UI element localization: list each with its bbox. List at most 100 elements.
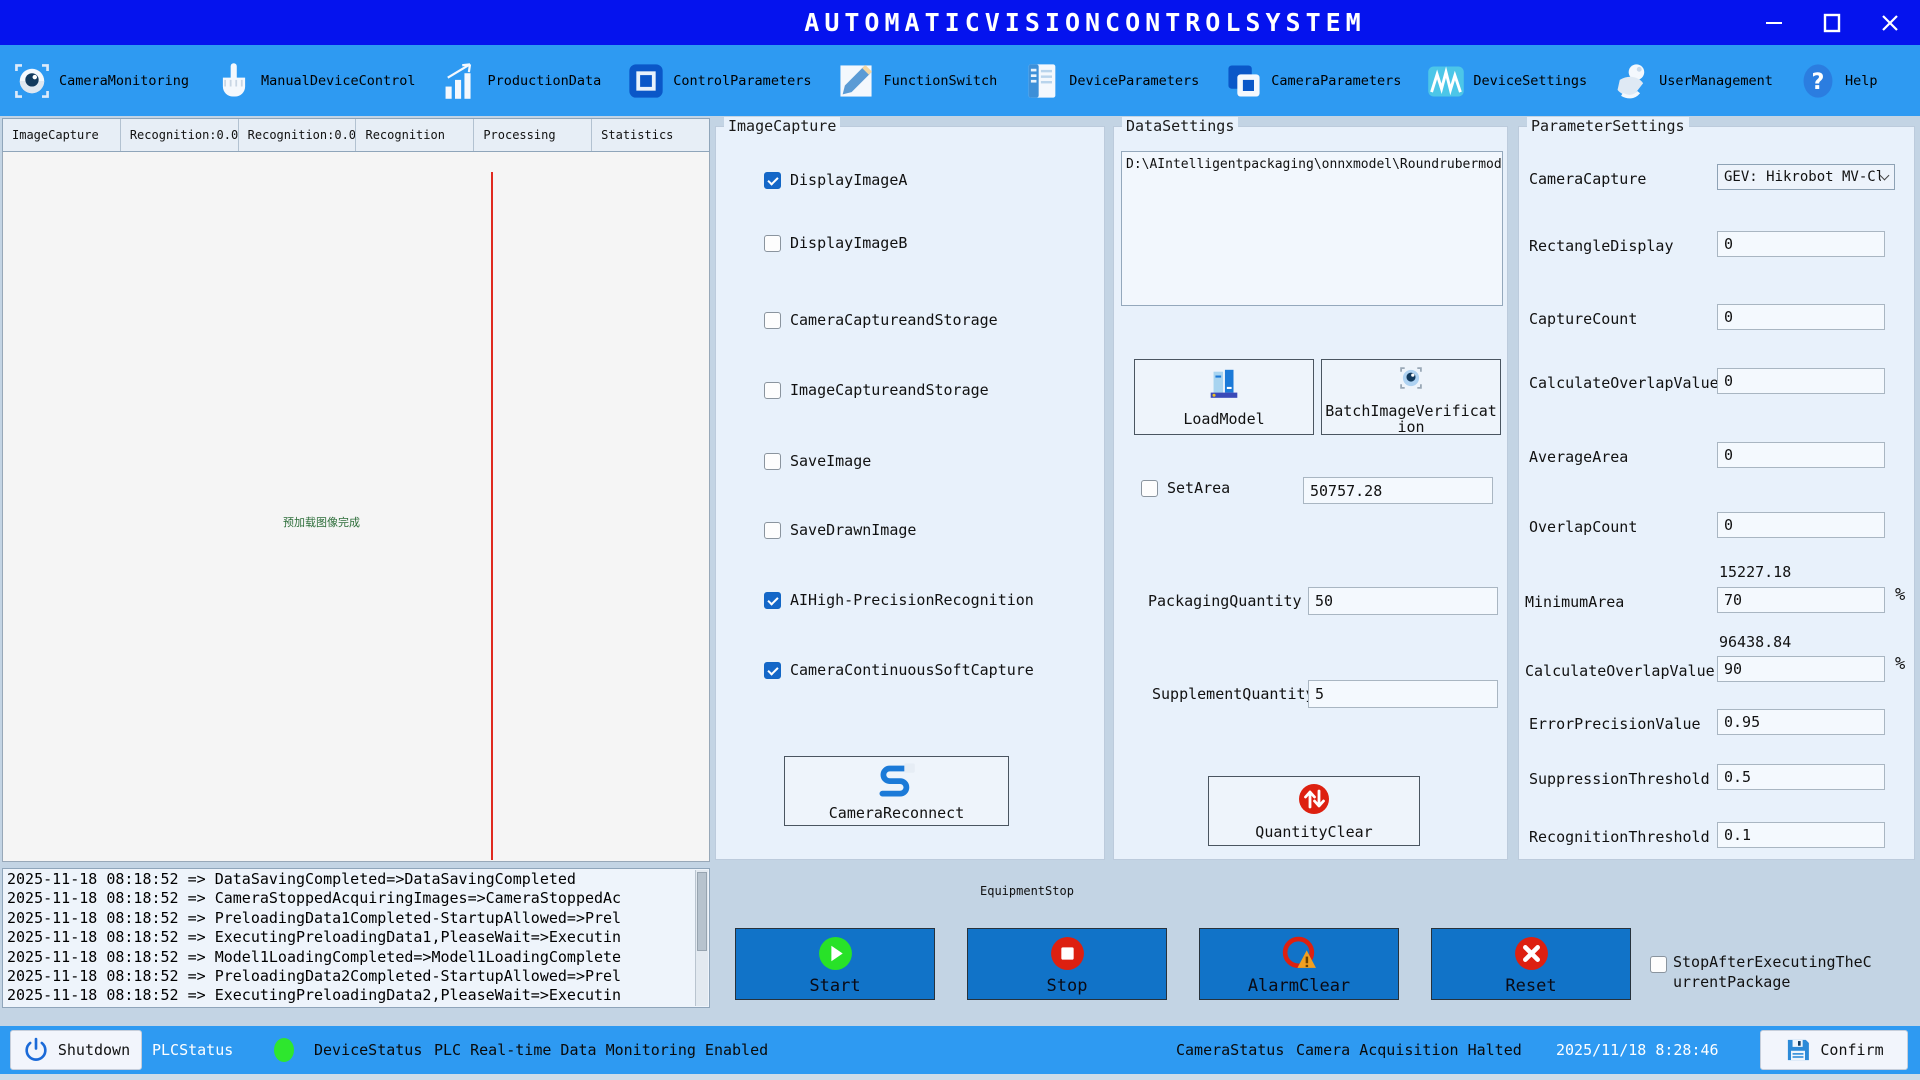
- toolbar-item-help[interactable]: ? Help: [1798, 61, 1878, 101]
- model-path-box[interactable]: D:\AIntelligentpackaging\onnxmodel\Round…: [1121, 151, 1503, 306]
- checkbox-display-image-a[interactable]: DisplayImageA: [764, 171, 907, 189]
- log-scrollbar[interactable]: [695, 870, 708, 1006]
- toolbar-item-user-management[interactable]: UserManagement: [1612, 61, 1773, 101]
- alarm-warning-icon: [1281, 935, 1318, 976]
- overlap-computed-value: 96438.84: [1719, 633, 1791, 651]
- question-icon: ?: [1798, 61, 1838, 101]
- packaging-quantity-input[interactable]: [1308, 587, 1498, 615]
- overlap-count-input[interactable]: [1717, 512, 1885, 538]
- bottom-edge-strip: [0, 1074, 1920, 1080]
- pencil-icon: [836, 61, 876, 101]
- checkbox-box[interactable]: [764, 522, 781, 539]
- checkbox-image-capture-storage[interactable]: ImageCaptureandStorage: [764, 381, 989, 399]
- stop-button[interactable]: Stop: [967, 928, 1167, 1000]
- maximize-icon[interactable]: [1816, 7, 1848, 39]
- toolbar-item-label: Help: [1845, 73, 1878, 89]
- tab-recognition[interactable]: Recognition: [356, 119, 474, 151]
- toolbar-item-production-data[interactable]: ProductionData: [440, 61, 601, 101]
- supplement-quantity-input[interactable]: [1308, 680, 1498, 708]
- average-area-input[interactable]: [1717, 442, 1885, 468]
- start-button[interactable]: Start: [735, 928, 935, 1000]
- log-line: 2025-11-18 08:18:52 => CameraStoppedAcqu…: [7, 889, 705, 908]
- play-icon: [817, 935, 854, 976]
- set-area-checkbox[interactable]: SetArea: [1141, 479, 1230, 497]
- checkbox-save-drawn-image[interactable]: SaveDrawnImage: [764, 521, 916, 539]
- toolbar-item-function-switch[interactable]: FunctionSwitch: [836, 61, 997, 101]
- stop-icon: [1049, 935, 1086, 976]
- batch-image-verification-button[interactable]: BatchImageVerification: [1321, 359, 1501, 435]
- recognition-threshold-input[interactable]: [1717, 822, 1885, 848]
- checkbox-box[interactable]: [764, 312, 781, 329]
- chevron-down-icon: [1880, 170, 1890, 180]
- toolbar-item-label: ControlParameters: [673, 73, 811, 89]
- confirm-button[interactable]: Confirm: [1760, 1030, 1908, 1070]
- stop-after-current-package-checkbox[interactable]: StopAfterExecutingTheCurrentPackage: [1650, 952, 1890, 992]
- tab-statistics[interactable]: Statistics: [592, 119, 709, 151]
- shutdown-button[interactable]: Shutdown: [10, 1030, 142, 1070]
- log-line: 2025-11-18 08:18:52 => ExecutingPreloadi…: [7, 928, 705, 947]
- toolbar-item-control-parameters[interactable]: ControlParameters: [626, 61, 811, 101]
- checkbox-box[interactable]: [764, 662, 781, 679]
- checkbox-camera-capture-storage[interactable]: CameraCaptureandStorage: [764, 311, 998, 329]
- toolbar-item-label: CameraParameters: [1271, 73, 1401, 89]
- capture-count-input[interactable]: [1717, 304, 1885, 330]
- waveform-icon: [1426, 61, 1466, 101]
- camera-capture-select[interactable]: GEV: Hikrobot MV-Cl: [1717, 164, 1895, 190]
- window-controls: [1758, 0, 1906, 45]
- camera-reconnect-button[interactable]: CameraReconnect: [784, 756, 1009, 826]
- image-capture-panel: ImageCapture DisplayImageA DisplayImageB…: [715, 126, 1105, 860]
- toolbar-item-device-parameters[interactable]: DeviceParameters: [1022, 61, 1199, 101]
- checkbox-ai-high-precision[interactable]: AIHigh-PrecisionRecognition: [764, 591, 1034, 609]
- error-precision-input[interactable]: [1717, 709, 1885, 735]
- overlapping-windows-icon: [1224, 61, 1264, 101]
- reset-button[interactable]: Reset: [1431, 928, 1631, 1000]
- svg-text:?: ?: [1811, 68, 1824, 94]
- minimize-icon[interactable]: [1758, 7, 1790, 39]
- bar-chart-icon: [440, 61, 480, 101]
- close-icon[interactable]: [1874, 7, 1906, 39]
- minimum-area-input[interactable]: [1717, 587, 1885, 613]
- checkbox-box[interactable]: [764, 235, 781, 252]
- device-status-label: DeviceStatus: [314, 1041, 422, 1059]
- event-log[interactable]: 2025-11-18 08:18:52 => DataSavingComplet…: [2, 868, 710, 1008]
- supplement-quantity-label: SupplementQuantity: [1152, 685, 1315, 703]
- checkbox-save-image[interactable]: SaveImage: [764, 452, 871, 470]
- quantity-clear-button[interactable]: QuantityClear: [1208, 776, 1420, 846]
- equipment-stop-label: EquipmentStop: [980, 884, 1074, 898]
- rectangle-display-input[interactable]: [1717, 231, 1885, 257]
- toolbar-item-camera-parameters[interactable]: CameraParameters: [1224, 61, 1401, 101]
- checkbox-box[interactable]: [764, 453, 781, 470]
- power-icon: [22, 1036, 50, 1064]
- toolbar-item-device-settings[interactable]: DeviceSettings: [1426, 61, 1587, 101]
- checkbox-box[interactable]: [1141, 480, 1158, 497]
- log-scrollbar-thumb[interactable]: [697, 872, 707, 951]
- checkbox-display-image-b[interactable]: DisplayImageB: [764, 234, 907, 252]
- packaging-quantity-label: PackagingQuantity: [1148, 592, 1302, 610]
- panel-title: ParameterSettings: [1527, 117, 1689, 135]
- tab-recognition-time-1[interactable]: Recognition:0.0ms: [121, 119, 239, 151]
- toolbar-item-camera-monitoring[interactable]: CameraMonitoring: [12, 61, 189, 101]
- set-area-input[interactable]: [1303, 477, 1493, 504]
- checkbox-box[interactable]: [764, 382, 781, 399]
- suppression-threshold-input[interactable]: [1717, 764, 1885, 790]
- checkbox-continuous-soft-capture[interactable]: CameraContinuousSoftCapture: [764, 661, 1034, 679]
- tab-image-capture[interactable]: ImageCapture: [3, 119, 121, 151]
- checkbox-box[interactable]: [1650, 956, 1667, 973]
- shutdown-label: Shutdown: [58, 1041, 130, 1059]
- title-bar: AUTOMATICVISIONCONTROLSYSTEM: [0, 0, 1920, 45]
- checkbox-box[interactable]: [764, 172, 781, 189]
- load-model-button[interactable]: LoadModel: [1134, 359, 1314, 435]
- calculate-overlap-percent-label: CalculateOverlapValue: [1525, 662, 1715, 680]
- tab-recognition-time-2[interactable]: Recognition:0.0ms: [239, 119, 357, 151]
- camera-capture-label: CameraCapture: [1529, 170, 1646, 188]
- eye-viewfinder-icon: [1393, 360, 1429, 400]
- tab-processing[interactable]: Processing: [474, 119, 592, 151]
- average-area-label: AverageArea: [1529, 448, 1628, 466]
- calculate-overlap-value-input[interactable]: [1717, 368, 1885, 394]
- calculate-overlap-value-label: CalculateOverlapValue: [1529, 374, 1719, 392]
- calculate-overlap-percent-input[interactable]: [1717, 656, 1885, 682]
- alarm-clear-button[interactable]: AlarmClear: [1199, 928, 1399, 1000]
- toolbar-item-manual-device-control[interactable]: ManualDeviceControl: [214, 61, 415, 101]
- checkbox-box[interactable]: [764, 592, 781, 609]
- load-model-icon: [1205, 366, 1243, 408]
